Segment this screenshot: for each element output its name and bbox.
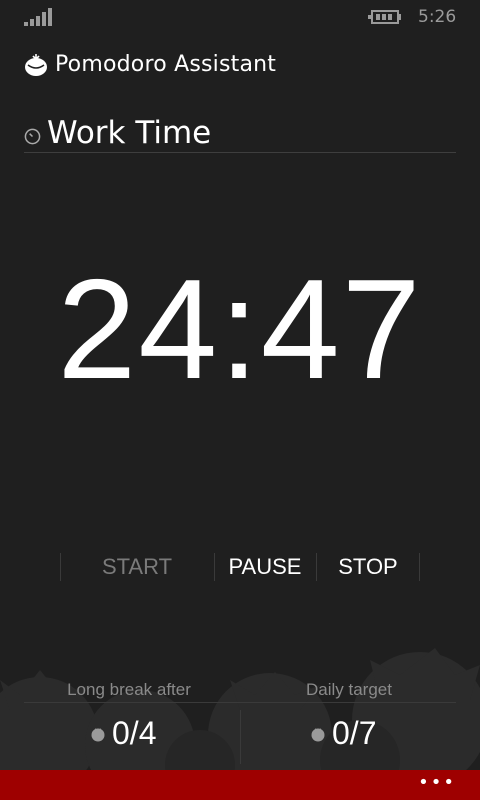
section-header: Work Time: [24, 114, 456, 153]
stop-button[interactable]: STOP: [316, 553, 420, 581]
daily-target-label: Daily target: [306, 680, 392, 699]
battery-charging-icon: [368, 10, 401, 24]
status-bar: 5:26: [0, 0, 480, 34]
tomato-icon: [311, 727, 325, 741]
app-bar: •••: [0, 770, 480, 800]
app-title: Pomodoro Assistant: [55, 51, 277, 77]
stats-divider-vertical: [240, 710, 241, 764]
timer-display: 24:47: [57, 250, 423, 409]
signal-icon: [24, 8, 52, 26]
start-button[interactable]: START: [60, 553, 214, 581]
clock-icon: [24, 128, 41, 144]
status-time: 5:26: [418, 7, 457, 27]
separator: [419, 553, 420, 581]
daily-target-value: 0/7: [310, 715, 376, 752]
pause-button[interactable]: PAUSE: [214, 553, 316, 581]
long-break-count: 0/4: [112, 715, 157, 751]
tomato-logo-icon: [25, 54, 47, 76]
tomato-icon: [91, 727, 105, 741]
daily-target-count: 0/7: [332, 715, 377, 751]
app-header: Pomodoro Assistant: [24, 48, 276, 80]
timer-controls: START PAUSE STOP: [60, 553, 420, 581]
stats-divider: [24, 702, 456, 703]
long-break-value: 0/4: [90, 715, 156, 752]
long-break-label: Long break after: [67, 680, 191, 699]
page-title: Work Time: [47, 115, 212, 151]
more-options-button[interactable]: •••: [418, 774, 456, 792]
